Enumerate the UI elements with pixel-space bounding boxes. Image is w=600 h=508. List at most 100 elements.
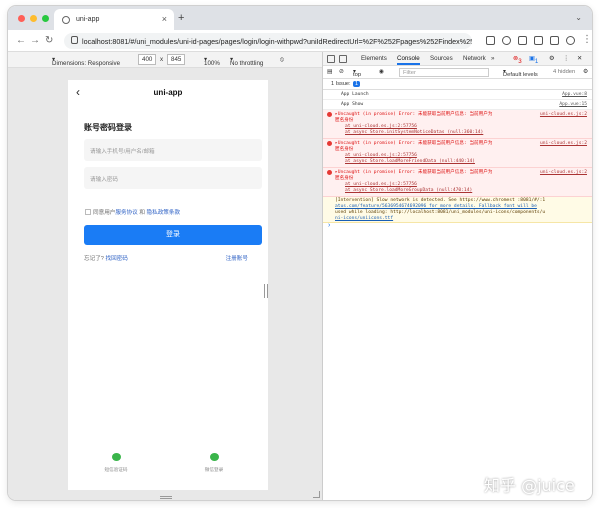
error-icon — [327, 112, 332, 117]
log-text: App Launch — [341, 92, 369, 97]
close-window-dot[interactable] — [18, 15, 25, 22]
address-bar[interactable]: localhost:8081/#/uni_modules/uni-id-page… — [64, 33, 472, 49]
console-prompt[interactable]: › — [328, 222, 330, 229]
address-bar-row: ← → ↻ localhost:8081/#/uni_modules/uni-i… — [8, 30, 592, 52]
error-message: ▸Uncaught (in promise) Error: 未能获取当前用户信息… — [335, 141, 493, 146]
issues-label: 1 Issue: — [331, 81, 351, 87]
reading-list-icon[interactable] — [534, 36, 543, 45]
error-message: ▸Uncaught (in promise) Error: 未能获取当前用户信息… — [335, 170, 493, 175]
dimensions-select[interactable]: Dimensions: Responsive ▾ — [52, 56, 120, 67]
log-source-link[interactable]: App.vue:15 — [559, 102, 587, 108]
corner-resize-grip[interactable] — [313, 491, 320, 498]
minimize-window-dot[interactable] — [30, 15, 37, 22]
devtools-panel: Elements Console Sources Network » ⊗ 3 ▣ 1… — [322, 52, 592, 500]
console-toolbar: ▤ ⊘ top ▾ ◉ Filter Default levels ▾ 4 hi… — [323, 66, 592, 79]
stack-trace-line[interactable]: at async Store.loadMoreFriendData (null:… — [345, 159, 475, 165]
more-tabs-icon[interactable]: » — [491, 55, 494, 62]
profile-icon[interactable] — [566, 36, 575, 45]
info-icon[interactable] — [71, 36, 78, 44]
throttle-label: No throttling — [230, 60, 264, 67]
error-source-link[interactable]: uni-cloud.es.js:2 — [540, 112, 587, 118]
maximize-window-dot[interactable] — [42, 15, 49, 22]
close-devtools-icon[interactable]: ✕ — [577, 55, 582, 62]
service-agreement-link[interactable]: 服务协议 — [115, 210, 137, 216]
levels-label: Default levels — [503, 72, 538, 78]
rotate-icon[interactable]: ⦸ — [280, 56, 284, 64]
throttle-select[interactable]: No throttling ▾ — [230, 56, 263, 67]
agree-prefix: 同意用户 — [93, 210, 116, 216]
new-tab-icon[interactable]: + — [178, 12, 184, 24]
tab-title: uni-app — [76, 16, 100, 23]
zoom-select[interactable]: 100% ▾ — [204, 56, 220, 67]
message-badge[interactable]: ▣ 1 — [529, 55, 538, 65]
tab-elements[interactable]: Elements — [361, 55, 387, 62]
error-badge[interactable]: ⊗ 3 — [513, 55, 522, 65]
password-input[interactable]: 请输入密码 — [84, 167, 262, 189]
agreement-row: 同意用户服务协议 和 隐私政策条款 — [85, 208, 180, 216]
clear-console-icon[interactable]: ⊘ — [339, 69, 344, 75]
device-toolbar: Dimensions: Responsive ▾ 400 x 845 100% … — [8, 52, 322, 68]
register-link[interactable]: 注册账号 — [226, 254, 248, 262]
account-input[interactable]: 请输入手机号/用户名/邮箱 — [84, 139, 262, 161]
hidden-count: 4 hidden — [553, 69, 576, 75]
forward-arrow-icon[interactable]: → — [30, 35, 40, 46]
levels-select[interactable]: Default levels ▾ — [503, 69, 538, 78]
extension-icon[interactable] — [518, 36, 527, 45]
device-toggle-icon[interactable] — [339, 55, 347, 63]
url-text: localhost:8081/#/uni_modules/uni-id-page… — [82, 37, 472, 46]
inspect-icon[interactable] — [327, 55, 335, 63]
width-input[interactable]: 400 — [138, 54, 157, 65]
browser-tab[interactable]: uni-app × — [54, 9, 174, 30]
tab-strip: uni-app × + ⌄ — [8, 6, 592, 30]
error-row[interactable]: ▸Uncaught (in promise) Error: 未能获取当前用户信息… — [323, 168, 592, 197]
issues-bar[interactable]: 1 Issue: 1 — [323, 79, 592, 90]
share-icon[interactable] — [486, 36, 495, 45]
error-message: ▸Uncaught (in promise) Error: 未能获取当前用户信息… — [335, 112, 493, 117]
privacy-policy-link[interactable]: 隐私政策条款 — [147, 210, 181, 216]
wechat-login-option[interactable]: 微信登录 — [194, 453, 234, 473]
error-source-link[interactable]: uni-cloud.es.js:2 — [540, 141, 587, 147]
reload-icon[interactable]: ↻ — [45, 35, 53, 46]
menu-icon[interactable]: ⋮ — [582, 34, 592, 45]
times-sign: x — [160, 56, 164, 63]
stack-trace-line[interactable]: at async Store.initSystemNoticeDatas (nu… — [345, 130, 483, 136]
stack-trace-line[interactable]: at async Store.loadMoreGroupData (null:4… — [345, 188, 472, 194]
tab-console[interactable]: Console — [397, 55, 420, 65]
back-arrow-icon[interactable]: ← — [16, 35, 26, 46]
error-icon — [327, 170, 332, 175]
wechat-icon — [209, 453, 219, 461]
sidebar-toggle-icon[interactable]: ▤ — [327, 69, 332, 75]
log-source-link[interactable]: App.vue:8 — [562, 92, 587, 98]
kebab-menu-icon[interactable]: ⋮ — [563, 55, 569, 62]
eye-icon[interactable]: ◉ — [379, 69, 384, 75]
login-button[interactable]: 登录 — [84, 225, 262, 245]
find-password-link[interactable]: 找回密码 — [105, 256, 127, 262]
tab-sources[interactable]: Sources — [430, 55, 453, 62]
context-select[interactable]: top ▾ — [353, 69, 361, 78]
right-resize-handle[interactable] — [264, 284, 268, 298]
error-source-link[interactable]: uni-cloud.es.js:2 — [540, 170, 587, 176]
console-settings-icon[interactable]: ⚙ — [583, 69, 588, 75]
log-row: App Show App.vue:15 — [323, 100, 592, 110]
log-text: App Show — [341, 102, 364, 107]
sms-login-option[interactable]: 短信验证码 — [96, 453, 136, 473]
height-input[interactable]: 845 — [167, 54, 186, 65]
error-row[interactable]: ▸Uncaught (in promise) Error: 未能获取当前用户信息… — [323, 110, 592, 139]
chevron-down-icon[interactable]: ⌄ — [575, 13, 582, 22]
forgot-row: 忘记了? 找回密码 — [84, 254, 128, 262]
warning-line[interactable]: ni-icons/uniicons.ttf — [335, 216, 393, 222]
close-tab-icon[interactable]: × — [162, 14, 167, 24]
page-heading: 账号密码登录 — [84, 123, 132, 132]
settings-gear-icon[interactable]: ⚙ — [549, 55, 555, 62]
sms-login-label: 短信验证码 — [104, 467, 128, 472]
tab-network[interactable]: Network — [463, 55, 486, 62]
warning-row[interactable]: [Intervention] Slow network is detected.… — [323, 197, 592, 223]
sidebar-icon[interactable] — [550, 36, 559, 45]
bottom-resize-handle[interactable] — [160, 496, 172, 499]
agree-checkbox[interactable] — [85, 209, 91, 215]
filter-input[interactable]: Filter — [399, 68, 489, 77]
devtools-tabs: Elements Console Sources Network » ⊗ 3 ▣ 1… — [323, 52, 592, 66]
log-row: App Launch App.vue:8 — [323, 90, 592, 100]
error-row[interactable]: ▸Uncaught (in promise) Error: 未能获取当前用户信息… — [323, 139, 592, 168]
bookmark-star-icon[interactable] — [502, 36, 511, 45]
